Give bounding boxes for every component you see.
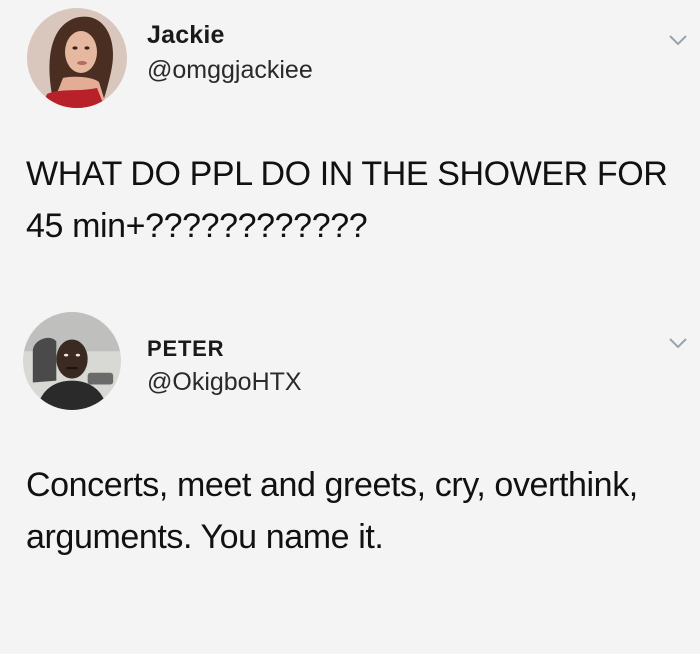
avatar-image (27, 8, 127, 108)
tweet: Jackie @omggjackiee WHAT DO PPL DO IN TH… (0, 0, 700, 300)
avatar-image (23, 312, 121, 410)
user-handle[interactable]: @OkigboHTX (147, 368, 302, 397)
avatar[interactable] (23, 312, 121, 410)
avatar[interactable] (27, 8, 127, 108)
display-name[interactable]: Jackie (147, 21, 225, 50)
user-handle[interactable]: @omggjackiee (147, 56, 313, 85)
chevron-down-icon[interactable] (668, 337, 688, 349)
tweet-text: WHAT DO PPL DO IN THE SHOWER FOR 45 min+… (26, 155, 668, 245)
tweet: PETER @OkigboHTX Concerts, meet and gree… (0, 300, 700, 654)
display-name[interactable]: PETER (147, 336, 224, 362)
chevron-down-icon[interactable] (668, 34, 688, 46)
tweet-text: Concerts, meet and greets, cry, overthin… (26, 466, 638, 556)
